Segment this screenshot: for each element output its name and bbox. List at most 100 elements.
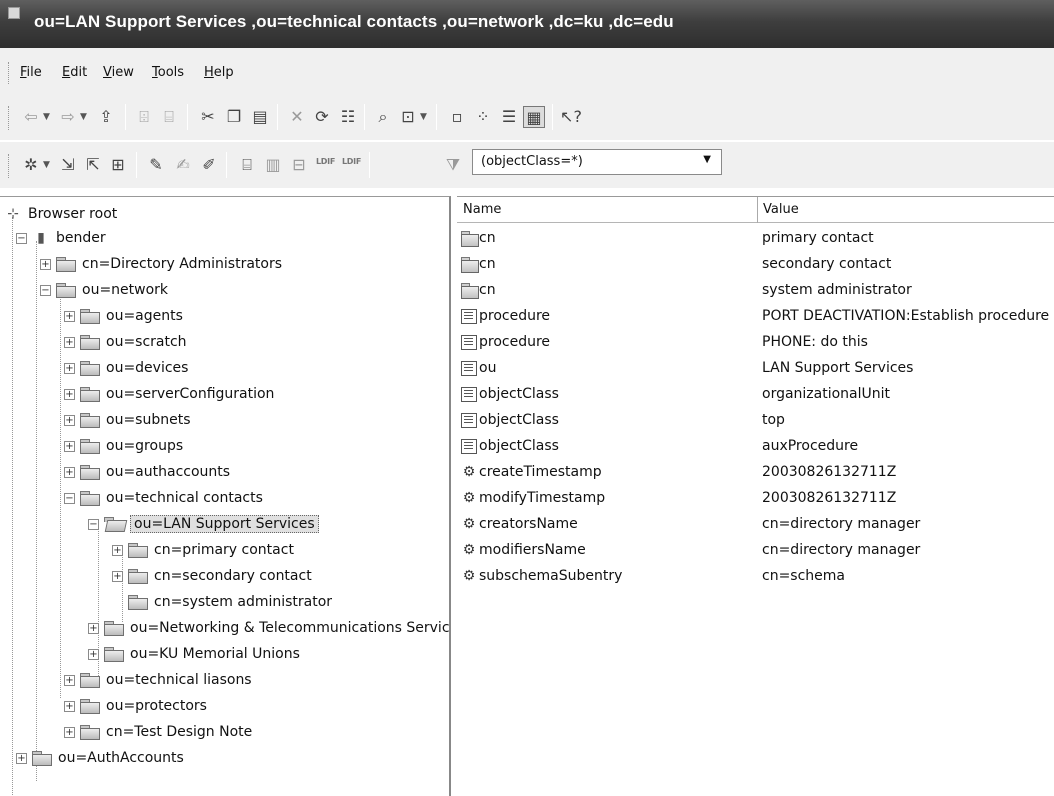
new-window-dropdown-icon[interactable]: ▼: [420, 107, 427, 127]
expand-icon[interactable]: +: [112, 570, 123, 582]
menu-tools[interactable]: Tools: [152, 65, 184, 80]
properties-icon[interactable]: ☷: [337, 106, 359, 128]
small-icons-icon[interactable]: ⁘: [472, 106, 494, 128]
expand-icon[interactable]: +: [64, 310, 75, 322]
toolbar-grip[interactable]: [8, 106, 11, 130]
toolbar-grip[interactable]: [8, 154, 11, 178]
refresh-icon[interactable]: ⟳: [311, 106, 333, 128]
ldif-export-button[interactable]: LDIF: [342, 157, 361, 166]
tree-item-ku-memorial-unions[interactable]: + ou=KU Memorial Unions: [88, 641, 300, 667]
tree-item-lan-support-services[interactable]: − ou=LAN Support Services: [88, 511, 319, 537]
list-row[interactable]: cn primary contact: [457, 227, 1054, 251]
list-row[interactable]: procedure PHONE: do this: [457, 331, 1054, 355]
tree-item-protectors[interactable]: + ou=protectors: [64, 693, 207, 719]
column-resize-handle[interactable]: [757, 197, 758, 223]
move-entry-icon[interactable]: ⇲: [57, 154, 79, 176]
filter-icon[interactable]: ⧩: [442, 154, 464, 176]
menu-help[interactable]: Help: [204, 65, 234, 80]
tree-item-authaccounts[interactable]: + ou=AuthAccounts: [16, 745, 184, 771]
forward-dropdown-icon[interactable]: ▼: [80, 107, 87, 127]
list-row[interactable]: cn system administrator: [457, 279, 1054, 303]
tree-item-secondary-contact[interactable]: + cn=secondary contact: [112, 563, 312, 589]
back-icon[interactable]: ⇦: [20, 106, 42, 128]
column-header-value[interactable]: Value: [763, 202, 799, 217]
expand-icon[interactable]: +: [64, 466, 75, 478]
collapse-icon[interactable]: −: [64, 492, 75, 504]
list-row[interactable]: procedure PORT DEACTIVATION:Establish pro…: [457, 305, 1054, 329]
chevron-down-icon[interactable]: ▼: [703, 154, 711, 165]
tree-item-agents[interactable]: + ou=agents: [64, 303, 183, 329]
list-row[interactable]: ⚙ subschemaSubentry cn=schema: [457, 565, 1054, 589]
tree-item-subnets[interactable]: + ou=subnets: [64, 407, 191, 433]
tree-item-serverconfiguration[interactable]: + ou=serverConfiguration: [64, 381, 274, 407]
expand-icon[interactable]: +: [64, 674, 75, 686]
tree-item-groups[interactable]: + ou=groups: [64, 433, 183, 459]
column-header-name[interactable]: Name: [463, 202, 501, 217]
tree-item-network[interactable]: − ou=network: [40, 277, 168, 303]
collapse-icon[interactable]: −: [40, 284, 51, 296]
expand-icon[interactable]: +: [16, 752, 27, 764]
expand-icon[interactable]: +: [88, 648, 99, 660]
directory-tree[interactable]: ⊹ Browser root − ▮ bender + cn=Directory…: [0, 196, 451, 796]
tree-item-networking-telecom-services[interactable]: + ou=Networking & Telecommunications Ser…: [88, 615, 449, 641]
tree-item-primary-contact[interactable]: + cn=primary contact: [112, 537, 294, 563]
expand-icon[interactable]: +: [64, 726, 75, 738]
collapse-icon[interactable]: −: [88, 518, 99, 530]
tree-item-system-administrator[interactable]: cn=system administrator: [112, 589, 332, 615]
expand-icon[interactable]: +: [64, 362, 75, 374]
edit-attribute-icon[interactable]: ✍: [172, 154, 194, 176]
list-row[interactable]: ⚙ modifiersName cn=directory manager: [457, 539, 1054, 563]
menubar-grip[interactable]: [8, 62, 11, 84]
expand-icon[interactable]: +: [88, 622, 99, 634]
tree-item-authaccounts-lower[interactable]: + ou=authaccounts: [64, 459, 230, 485]
back-dropdown-icon[interactable]: ▼: [43, 107, 50, 127]
list-view-icon[interactable]: ☰: [498, 106, 520, 128]
whats-this-help-icon[interactable]: ↖?: [560, 106, 582, 128]
up-level-icon[interactable]: ⇪: [95, 106, 117, 128]
tree-item-devices[interactable]: + ou=devices: [64, 355, 188, 381]
paste-icon[interactable]: ▤: [249, 106, 271, 128]
new-entry-dropdown-icon[interactable]: ▼: [43, 155, 50, 175]
delete-icon[interactable]: ✕: [286, 106, 308, 128]
tree-item-directory-administrators[interactable]: + cn=Directory Administrators: [40, 251, 282, 277]
schema-icon[interactable]: ⌸: [236, 154, 258, 176]
list-row[interactable]: ou LAN Support Services: [457, 357, 1054, 381]
list-row[interactable]: cn secondary contact: [457, 253, 1054, 277]
expand-icon[interactable]: +: [64, 700, 75, 712]
copy-icon[interactable]: ❐: [223, 106, 245, 128]
tree-item-technical-liasons[interactable]: + ou=technical liasons: [64, 667, 252, 693]
tree-item-scratch[interactable]: + ou=scratch: [64, 329, 187, 355]
forward-icon[interactable]: ⇨: [57, 106, 79, 128]
edit-value-icon[interactable]: ✐: [198, 154, 220, 176]
search-filter-combobox[interactable]: (objectClass=*) ▼: [472, 149, 722, 175]
expand-icon[interactable]: +: [64, 414, 75, 426]
new-window-icon[interactable]: ⊡: [397, 106, 419, 128]
list-row[interactable]: ⚙ modifyTimestamp 20030826132711Z: [457, 487, 1054, 511]
list-row[interactable]: objectClass top: [457, 409, 1054, 433]
attribute-list[interactable]: Name Value cn primary contact cn secondary …: [457, 196, 1054, 796]
new-entry-icon[interactable]: ✲: [20, 154, 42, 176]
expand-icon[interactable]: +: [40, 258, 51, 270]
add-attribute-icon[interactable]: ⊞: [107, 154, 129, 176]
details-view-icon[interactable]: ▦: [523, 106, 545, 128]
tree-item-browser-root[interactable]: ⊹ Browser root: [4, 201, 117, 227]
large-icons-icon[interactable]: ▫: [446, 106, 468, 128]
menu-edit[interactable]: Edit: [62, 65, 87, 80]
compare-icon[interactable]: ▥: [262, 154, 284, 176]
menu-file[interactable]: File: [20, 65, 42, 80]
list-row[interactable]: objectClass organizationalUnit: [457, 383, 1054, 407]
connect-icon[interactable]: ⌹: [133, 106, 155, 128]
rename-icon[interactable]: ⇱: [82, 154, 104, 176]
list-row[interactable]: ⚙ createTimestamp 20030826132711Z: [457, 461, 1054, 485]
list-row[interactable]: ⚙ creatorsName cn=directory manager: [457, 513, 1054, 537]
cut-icon[interactable]: ✂: [197, 106, 219, 128]
expand-icon[interactable]: +: [64, 388, 75, 400]
expand-icon[interactable]: +: [64, 336, 75, 348]
tree-item-bender[interactable]: − ▮ bender: [16, 225, 106, 251]
menu-view[interactable]: View: [103, 65, 134, 80]
find-icon[interactable]: ⌕: [372, 106, 394, 128]
tree-item-test-design-note[interactable]: + cn=Test Design Note: [64, 719, 252, 745]
edit-entry-icon[interactable]: ✎: [145, 154, 167, 176]
tree-item-technical-contacts[interactable]: − ou=technical contacts: [64, 485, 263, 511]
list-row[interactable]: objectClass auxProcedure: [457, 435, 1054, 459]
